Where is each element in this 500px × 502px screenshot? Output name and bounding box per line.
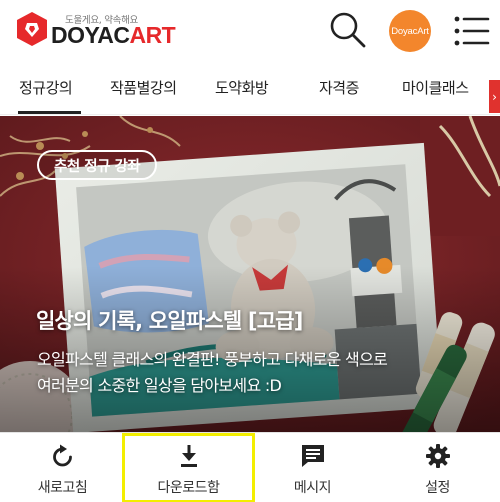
nav-scroll-right-icon[interactable]: ›	[489, 80, 500, 113]
refresh-button[interactable]: 새로고침	[0, 433, 125, 502]
avatar[interactable]: DoyacArt	[389, 10, 431, 52]
active-tab-indicator	[18, 111, 81, 114]
logo-word-accent: ART	[129, 22, 176, 48]
tab-my-class[interactable]: 마이클래스	[402, 77, 469, 98]
banner-description-line-2: 여러분의 소중한 일상을 담아보세요 :D	[37, 376, 282, 395]
tab-lectures-by-work[interactable]: 작품별강의	[110, 77, 177, 98]
featured-course-banner[interactable]: 추천 정규 강좌 일상의 기록, 오일파스텔 [고급] 오일파스텔 클래스의 완…	[0, 116, 500, 432]
menu-icon[interactable]	[454, 15, 490, 47]
gear-icon	[425, 444, 450, 468]
banner-description: 오일파스텔 클래스의 완결판! 풍부하고 다채로운 색으로 여러분의 소중한 일…	[37, 347, 487, 399]
refresh-label: 새로고침	[37, 480, 88, 496]
refresh-icon	[52, 444, 72, 467]
downloads-label: 다운로드함	[157, 480, 220, 496]
logo-word-main: DOYAC	[51, 22, 130, 48]
category-nav: 정규강의 작품별강의 도약화방 자격증 마이클래스	[0, 63, 500, 115]
banner-title: 일상의 기록, 오일파스텔 [고급]	[36, 309, 303, 333]
tab-certificate[interactable]: 자격증	[319, 77, 359, 98]
logo-wordmark: DOYACART	[51, 22, 176, 49]
settings-button[interactable]: 설정	[375, 433, 500, 502]
app-header: 도울게요, 약속해요 DOYACART DoyacArt	[0, 0, 500, 63]
settings-label: 설정	[425, 480, 450, 496]
downloads-button[interactable]: 다운로드함	[122, 433, 255, 502]
tab-regular-lectures[interactable]: 정규강의	[19, 77, 73, 98]
bottom-tab-bar: 새로고침 다운로드함 메시지 설정	[0, 432, 500, 502]
download-icon	[180, 445, 197, 467]
doyacart-logo[interactable]: 도울게요, 약속해요 DOYACART	[17, 12, 176, 48]
search-icon[interactable]	[328, 10, 368, 50]
tab-art-supply-store[interactable]: 도약화방	[215, 77, 269, 98]
recommended-badge: 추천 정규 강좌	[37, 150, 158, 180]
banner-description-line-1: 오일파스텔 클래스의 완결판! 풍부하고 다채로운 색으로	[37, 350, 388, 369]
messages-label: 메시지	[293, 480, 332, 496]
messages-button[interactable]: 메시지	[250, 433, 375, 502]
message-icon	[301, 445, 324, 467]
logo-mark-icon	[17, 12, 47, 46]
